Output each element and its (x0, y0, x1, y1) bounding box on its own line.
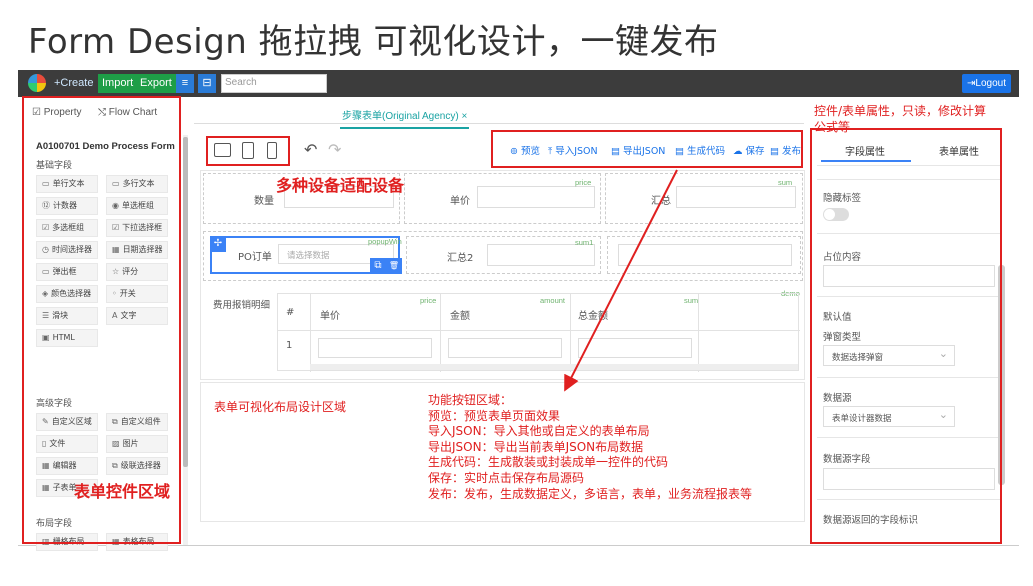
annotation-arrow (564, 169, 678, 392)
